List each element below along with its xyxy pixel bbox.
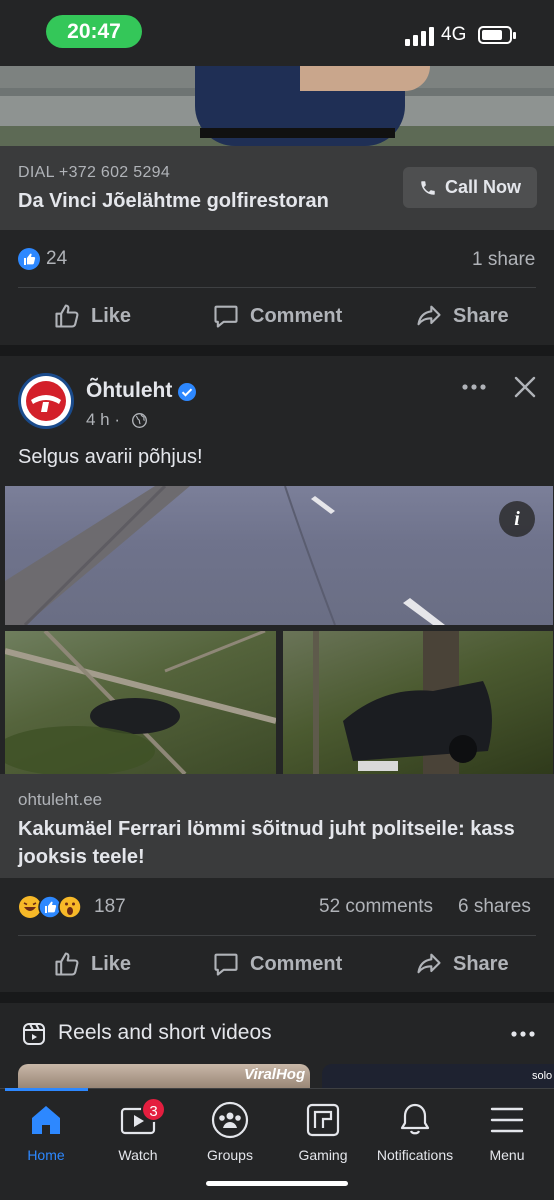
ad-image[interactable] [0, 66, 554, 146]
post2-share-label: Share [453, 952, 509, 975]
post-photo-crash-2[interactable] [283, 631, 553, 774]
post1-reaction-count: 24 [46, 248, 68, 269]
post-timestamp[interactable]: 4 h · [86, 410, 120, 430]
active-tab-indicator [5, 1088, 88, 1091]
share-arrow-icon [417, 305, 441, 326]
reels-more-icon[interactable] [510, 1029, 536, 1039]
tab-watch-label: Watch [118, 1147, 158, 1163]
tab-home[interactable]: Home [0, 1100, 92, 1163]
close-icon[interactable] [514, 376, 536, 398]
page-avatar[interactable] [18, 373, 74, 429]
post2-like-button[interactable]: Like [53, 950, 131, 978]
post2-comment-button[interactable]: Comment [212, 950, 342, 978]
reel-thumbnail-1-label: ViralHog [244, 1066, 306, 1083]
watch-notification-badge: 3 [141, 1097, 166, 1122]
tab-menu-label: Menu [489, 1147, 525, 1163]
menu-icon [490, 1107, 524, 1133]
post1-divider [18, 287, 536, 288]
comment-icon [214, 305, 238, 328]
home-icon [32, 1106, 60, 1134]
info-icon[interactable]: i [499, 501, 535, 537]
like-reaction-icon [18, 248, 40, 270]
tab-watch[interactable]: Watch [92, 1100, 184, 1163]
post-photo-crash-1[interactable] [5, 631, 276, 774]
post1-share-label: Share [453, 304, 509, 327]
reel-thumbnail-2-label: solo [532, 1070, 553, 1082]
home-indicator[interactable] [206, 1181, 348, 1186]
tab-gaming[interactable]: Gaming [277, 1100, 369, 1163]
tab-gaming-label: Gaming [298, 1147, 348, 1163]
post1-reactions[interactable]: 24 [18, 248, 67, 270]
post2-reaction-count: 187 [94, 896, 126, 917]
wow-reaction-icon [58, 895, 82, 919]
post2-comment-label: Comment [250, 952, 343, 975]
post2-divider [18, 935, 536, 936]
globe-icon [132, 413, 147, 428]
bell-icon [400, 1103, 430, 1135]
post1-shares[interactable]: 1 share [472, 249, 535, 271]
tab-notifications-label: Notifications [376, 1147, 454, 1163]
call-now-label: Call Now [444, 177, 521, 197]
ad-business-name[interactable]: Da Vinci Jõelähtme golfirestoran [18, 190, 329, 213]
post1-like-button[interactable]: Like [53, 302, 131, 330]
reels-icon [23, 1023, 45, 1045]
post2-share-button[interactable]: Share [415, 950, 509, 978]
post-photo-road[interactable] [5, 486, 553, 625]
post2-like-label: Like [91, 952, 132, 975]
battery-icon [478, 26, 516, 44]
tab-notifications[interactable]: Notifications [369, 1100, 461, 1163]
phone-icon [421, 180, 435, 195]
reels-title: Reels and short videos [58, 1021, 272, 1044]
post1-comment-label: Comment [250, 304, 343, 327]
post-text: Selgus avarii põhjus! [18, 446, 203, 468]
page-name[interactable]: Õhtuleht [86, 379, 172, 403]
more-options-icon[interactable] [461, 382, 487, 392]
verified-badge-icon [178, 383, 196, 401]
status-time: 20:47 [46, 15, 142, 48]
gaming-icon [306, 1103, 340, 1137]
network-label: 4G [441, 24, 467, 45]
share-arrow-icon [417, 953, 441, 974]
post1-like-label: Like [91, 304, 132, 327]
link-domain: ohtuleht.ee [18, 790, 103, 809]
post1-share-button[interactable]: Share [415, 302, 509, 330]
groups-icon [211, 1101, 249, 1139]
tab-groups[interactable]: Groups [184, 1100, 276, 1163]
signal-icon [405, 26, 435, 46]
post2-comments-count[interactable]: 52 comments [319, 896, 433, 918]
link-title[interactable]: Kakumäel Ferrari lömmi sõitnud juht poli… [18, 815, 538, 871]
thumbs-up-icon [55, 304, 79, 328]
facebook-feed-screen: 20:47 4G DIAL +372 602 5294 Da Vinci Jõe… [0, 0, 554, 1200]
thumbs-up-icon [55, 952, 79, 976]
comment-icon [214, 953, 238, 976]
tab-menu[interactable]: Menu [461, 1100, 553, 1163]
post2-reactions[interactable]: 187 [18, 895, 126, 919]
post2-shares-count[interactable]: 6 shares [458, 896, 531, 918]
post1-comment-button[interactable]: Comment [212, 302, 342, 330]
call-now-button[interactable]: Call Now [403, 167, 537, 208]
tab-home-label: Home [27, 1147, 65, 1163]
ad-dial-text: DIAL +372 602 5294 [18, 164, 171, 181]
tab-groups-label: Groups [207, 1147, 253, 1163]
